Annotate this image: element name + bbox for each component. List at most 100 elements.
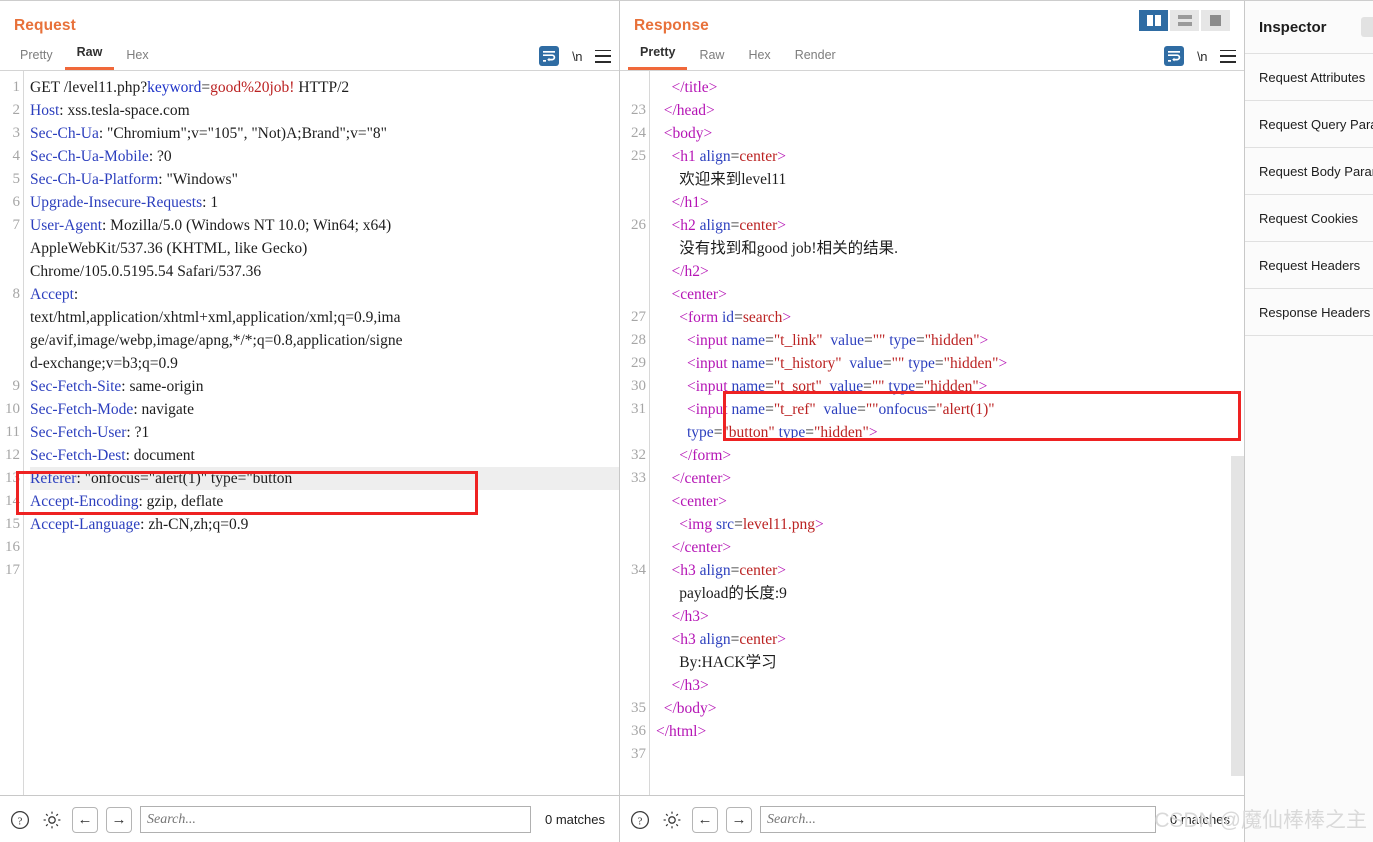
code-line[interactable]: <input name="t_ref" value=""onfocus="ale… bbox=[656, 398, 1244, 421]
tab-request-pretty[interactable]: Pretty bbox=[8, 46, 65, 70]
word-wrap-icon[interactable] bbox=[539, 46, 560, 66]
code-line[interactable]: </h3> bbox=[656, 674, 1244, 697]
tab-request-raw[interactable]: Raw bbox=[64, 43, 115, 70]
inspector-collapse-button[interactable] bbox=[1361, 17, 1373, 37]
search-prev-button[interactable]: ← bbox=[692, 806, 718, 833]
code-line[interactable]: <h2 align=center> bbox=[656, 214, 1244, 237]
newline-toggle-icon[interactable]: \n bbox=[1197, 49, 1207, 64]
code-token: By:HACK学习 bbox=[656, 654, 777, 671]
code-token: "hidden" bbox=[814, 424, 869, 441]
code-line[interactable]: </h2> bbox=[656, 260, 1244, 283]
code-line[interactable]: </h1> bbox=[656, 191, 1244, 214]
inspector-row-request-query-parameters[interactable]: Request Query Parameters bbox=[1245, 100, 1373, 147]
word-wrap-icon[interactable] bbox=[1164, 46, 1185, 66]
search-next-button[interactable]: → bbox=[106, 806, 132, 833]
response-code-content[interactable]: </title> </head> <body> <h1 align=center… bbox=[650, 71, 1244, 795]
newline-toggle-icon[interactable]: \n bbox=[572, 49, 582, 64]
code-line[interactable]: Sec-Fetch-Mode: navigate bbox=[30, 398, 619, 421]
code-line[interactable]: </title> bbox=[656, 76, 1244, 99]
code-token: Chrome/105.0.5195.54 Safari/537.36 bbox=[30, 263, 262, 280]
code-line[interactable]: Referer: "onfocus="alert(1)" type="butto… bbox=[30, 467, 619, 490]
code-line[interactable]: 欢迎来到level11 bbox=[656, 168, 1244, 191]
response-search-input[interactable] bbox=[760, 806, 1157, 833]
code-line[interactable]: </html> bbox=[656, 720, 1244, 743]
tab-response-pretty[interactable]: Pretty bbox=[628, 43, 688, 70]
code-line[interactable]: <input name="t_history" value="" type="h… bbox=[656, 352, 1244, 375]
help-icon[interactable]: ? bbox=[8, 808, 32, 832]
code-line[interactable]: <img src=level11.png> bbox=[656, 513, 1244, 536]
code-line[interactable]: AppleWebKit/537.36 (KHTML, like Gecko) bbox=[30, 237, 619, 260]
hamburger-menu-icon[interactable] bbox=[595, 49, 611, 63]
code-line[interactable]: Sec-Ch-Ua: "Chromium";v="105", "Not)A;Br… bbox=[30, 122, 619, 145]
code-token: "t_sort" bbox=[773, 378, 822, 395]
code-line[interactable]: <body> bbox=[656, 122, 1244, 145]
inspector-row-request-cookies[interactable]: Request Cookies bbox=[1245, 194, 1373, 241]
response-scrollbar[interactable] bbox=[1231, 71, 1244, 795]
search-prev-button[interactable]: ← bbox=[72, 806, 98, 833]
request-code-area[interactable]: 1234567 8 9 10 11 12 13 14 15 16 17 GET /level11… bbox=[0, 71, 619, 795]
code-line[interactable]: </body> bbox=[656, 697, 1244, 720]
layout-single-pane-button[interactable] bbox=[1201, 10, 1230, 31]
request-code-content[interactable]: GET /level11.php?keyword=good%20job! HTT… bbox=[24, 71, 619, 795]
code-line[interactable]: Sec-Fetch-Dest: document bbox=[30, 444, 619, 467]
code-line[interactable]: </h3> bbox=[656, 605, 1244, 628]
code-line[interactable] bbox=[656, 743, 1244, 766]
code-line[interactable]: d-exchange;v=b3;q=0.9 bbox=[30, 352, 619, 375]
code-line[interactable]: Chrome/105.0.5195.54 Safari/537.36 bbox=[30, 260, 619, 283]
layout-split-vertical-button[interactable] bbox=[1139, 10, 1168, 31]
hamburger-menu-icon[interactable] bbox=[1220, 49, 1236, 63]
code-line[interactable]: GET /level11.php?keyword=good%20job! HTT… bbox=[30, 76, 619, 99]
code-line[interactable]: </head> bbox=[656, 99, 1244, 122]
code-line[interactable]: <center> bbox=[656, 490, 1244, 513]
code-line[interactable]: 没有找到和good job!相关的结果. bbox=[656, 237, 1244, 260]
search-next-button[interactable]: → bbox=[726, 806, 752, 833]
gear-icon[interactable] bbox=[660, 808, 684, 832]
request-search-input[interactable] bbox=[140, 806, 532, 833]
inspector-row-request-body-parameters[interactable]: Request Body Parameters bbox=[1245, 147, 1373, 194]
code-line[interactable]: <center> bbox=[656, 283, 1244, 306]
code-line[interactable] bbox=[30, 559, 619, 582]
code-line[interactable]: <form id=search> bbox=[656, 306, 1244, 329]
code-line[interactable]: <h3 align=center> bbox=[656, 628, 1244, 651]
code-line[interactable]: User-Agent: Mozilla/5.0 (Windows NT 10.0… bbox=[30, 214, 619, 237]
tab-request-hex[interactable]: Hex bbox=[114, 46, 160, 70]
inspector-row-request-attributes[interactable]: Request Attributes bbox=[1245, 53, 1373, 100]
code-line[interactable]: ge/avif,image/webp,image/apng,*/*;q=0.8,… bbox=[30, 329, 619, 352]
tab-response-render[interactable]: Render bbox=[783, 46, 848, 70]
response-code-area[interactable]: 23 24 25 26 27 28 29 30 31 32 33 34 35 36 37 </ti… bbox=[620, 71, 1244, 795]
code-line[interactable]: <h1 align=center> bbox=[656, 145, 1244, 168]
layout-split-horizontal-button[interactable] bbox=[1170, 10, 1199, 31]
code-token: > bbox=[978, 378, 988, 395]
code-token: Host bbox=[30, 102, 60, 119]
code-line[interactable]: </center> bbox=[656, 467, 1244, 490]
code-line[interactable]: Accept-Language: zh-CN,zh;q=0.9 bbox=[30, 513, 619, 536]
code-token: </h3> bbox=[671, 608, 709, 625]
code-line[interactable]: Accept: bbox=[30, 283, 619, 306]
help-icon[interactable]: ? bbox=[628, 808, 652, 832]
code-token: : "Chromium";v="105", "Not)A;Brand";v="8… bbox=[98, 125, 387, 142]
code-line[interactable]: <input name="t_sort" value="" type="hidd… bbox=[656, 375, 1244, 398]
code-line[interactable]: Sec-Fetch-User: ?1 bbox=[30, 421, 619, 444]
inspector-row-request-headers[interactable]: Request Headers bbox=[1245, 241, 1373, 288]
code-line[interactable]: Sec-Ch-Ua-Mobile: ?0 bbox=[30, 145, 619, 168]
code-line[interactable]: </form> bbox=[656, 444, 1244, 467]
code-line[interactable]: Upgrade-Insecure-Requests: 1 bbox=[30, 191, 619, 214]
code-line[interactable]: By:HACK学习 bbox=[656, 651, 1244, 674]
code-line[interactable]: Sec-Ch-Ua-Platform: "Windows" bbox=[30, 168, 619, 191]
response-scrollbar-thumb[interactable] bbox=[1231, 456, 1244, 776]
code-line[interactable]: text/html,application/xhtml+xml,applicat… bbox=[30, 306, 619, 329]
inspector-row-response-headers[interactable]: Response Headers bbox=[1245, 288, 1373, 335]
code-line[interactable]: <input name="t_link" value="" type="hidd… bbox=[656, 329, 1244, 352]
code-line[interactable]: Sec-Fetch-Site: same-origin bbox=[30, 375, 619, 398]
code-line[interactable]: </center> bbox=[656, 536, 1244, 559]
code-line[interactable]: type="button" type="hidden"> bbox=[656, 421, 1244, 444]
code-line[interactable]: Host: xss.tesla-space.com bbox=[30, 99, 619, 122]
gear-icon[interactable] bbox=[40, 808, 64, 832]
code-line[interactable]: payload的长度:9 bbox=[656, 582, 1244, 605]
code-line[interactable]: Accept-Encoding: gzip, deflate bbox=[30, 490, 619, 513]
tab-response-raw[interactable]: Raw bbox=[687, 46, 736, 70]
code-line[interactable] bbox=[30, 536, 619, 559]
code-line[interactable]: <h3 align=center> bbox=[656, 559, 1244, 582]
tab-response-hex[interactable]: Hex bbox=[736, 46, 782, 70]
